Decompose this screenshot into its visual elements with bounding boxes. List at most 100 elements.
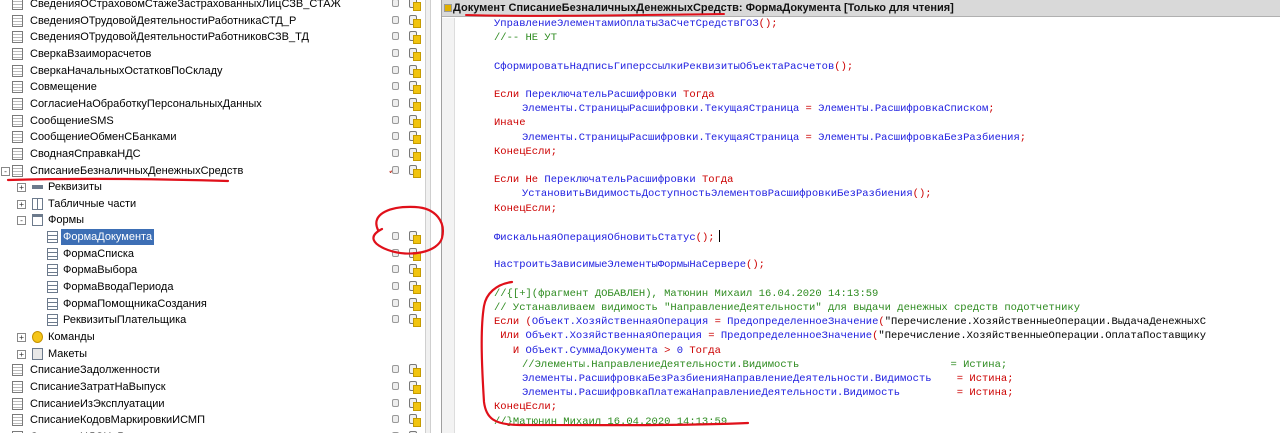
tree-item[interactable]: ФормаСписка	[0, 246, 425, 262]
metadata-tree[interactable]: СведенияОСтраховомСтажеЗастрахованныхЛиц…	[0, 0, 425, 433]
collapse-icon[interactable]: -	[1, 166, 10, 176]
line-gutter[interactable]	[442, 18, 455, 433]
group-lock-icon	[408, 380, 421, 394]
tree-item-label: Табличные части	[48, 197, 137, 210]
code-area[interactable]: УправлениеЭлементамиОплатыЗаСчетСредствГ…	[494, 18, 1280, 433]
tree-item[interactable]: + Реквизиты	[0, 179, 425, 195]
tree-item[interactable]: РеквизитыПлательщика	[0, 312, 425, 328]
document-icon	[12, 14, 23, 27]
tree-item-label: Формы	[48, 214, 85, 227]
collapse-icon[interactable]: -	[17, 216, 26, 226]
lock-icon	[392, 248, 399, 257]
tree-item[interactable]: СведенияОСтраховомСтажеЗастрахованныхЛиц…	[0, 0, 425, 12]
tree-item-label: СведенияОСтраховомСтажеЗастрахованныхЛиц…	[30, 0, 341, 10]
tree-item-label: РеквизитыПлательщика	[63, 314, 187, 327]
editor-title: Документ СписаниеБезналичныхДенежныхСред…	[453, 2, 954, 14]
code-token: ();	[746, 259, 765, 272]
code-token: ();	[912, 188, 932, 201]
group-lock-icon	[408, 397, 421, 411]
code-token: =	[708, 330, 721, 343]
code-line[interactable]: Если (Объект.ХозяйственнаяОперация = Пре…	[494, 315, 1206, 329]
code-line[interactable]: // Устанавливаем видимость "НаправлениеД…	[494, 301, 1080, 315]
code-line[interactable]: СформироватьНадписьГиперссылкиРеквизитыО…	[494, 60, 853, 74]
code-line[interactable]: Если ПереключательРасшифровки Тогда	[494, 88, 715, 102]
tree-item[interactable]: ФормаДокумента	[0, 229, 425, 246]
tree-item[interactable]: СверкаНачальныхОстатковПоСкладу	[0, 63, 425, 79]
code-line[interactable]: //-- НЕ УТ	[494, 31, 557, 45]
code-line[interactable]: //Элементы.НаправлениеДеятельности.Видим…	[522, 358, 1007, 372]
code-line[interactable]: Или Объект.ХозяйственнаяОперация = Предо…	[494, 329, 1206, 343]
tree-item[interactable]: ФормаВыбора	[0, 262, 425, 278]
code-token: КонецЕсли	[494, 401, 551, 414]
code-line[interactable]: //{[+](фрагмент ДОБАВЛЕН), Матюнин Михаи…	[494, 287, 878, 301]
form-icon	[47, 314, 58, 327]
tree-item[interactable]: ФормаВводаПериода	[0, 279, 425, 295]
tree-item[interactable]: СписаниеНДСНаРасходы	[0, 429, 425, 433]
lock-icon	[392, 0, 399, 7]
code-line[interactable]: ФискальнаяОперацияОбновитьСтатус();	[494, 230, 720, 244]
expand-icon[interactable]: +	[17, 199, 26, 209]
tree-item[interactable]: СообщениеSMS	[0, 113, 425, 129]
code-token: Элементы.РасшифровкаБезРазбиенияНаправле…	[522, 373, 957, 385]
tree-item[interactable]: СписаниеКодовМаркировкиИСМП	[0, 412, 425, 428]
tree-item-label: СверкаНачальныхОстатковПоСкладу	[30, 64, 223, 77]
code-token: =	[714, 316, 728, 329]
tree-item-label: Совмещение	[30, 81, 97, 94]
tree-item[interactable]: СведенияОТрудовойДеятельностиРаботниковС…	[0, 29, 425, 45]
module-editor[interactable]: Документ СписаниеБезналичныхДенежныхСред…	[441, 0, 1280, 433]
expand-icon[interactable]: +	[17, 349, 26, 359]
expand-icon[interactable]: +	[17, 183, 26, 193]
forms-icon	[32, 214, 43, 227]
tree-item[interactable]: СведенияОТрудовойДеятельностиРаботникаСТ…	[0, 13, 425, 29]
tree-item[interactable]: СообщениеОбменСБанками	[0, 129, 425, 145]
tree-item[interactable]: - Формы	[0, 212, 425, 228]
group-lock-icon	[408, 64, 421, 78]
document-icon	[12, 397, 23, 410]
tree-item[interactable]: ФормаПомощникаСоздания	[0, 296, 425, 312]
code-line[interactable]: НастроитьЗависимыеЭлементыФормыНаСервере…	[494, 258, 765, 272]
code-token: ();	[695, 232, 715, 244]
tree-item-label: СписаниеЗатратНаВыпуск	[30, 380, 166, 393]
code-line[interactable]: УстановитьВидимостьДоступностьЭлементовР…	[522, 187, 932, 201]
code-token: ;	[550, 145, 558, 158]
tree-item[interactable]: СводнаяСправкаНДС	[0, 146, 425, 162]
tree-item[interactable]: + Табличные части	[0, 196, 425, 212]
lock-icon	[392, 298, 399, 307]
code-line[interactable]: КонецЕсли;	[494, 145, 557, 159]
code-token: Объект.ХозяйственнаяОперация	[531, 316, 715, 329]
expand-icon[interactable]: +	[17, 333, 26, 342]
tree-item-label: СписаниеИзЭксплуатации	[30, 397, 165, 410]
tree-item[interactable]: СверкаВзаиморасчетов	[0, 46, 425, 62]
code-line[interactable]: //}Матюнин Михаил 16.04.2020 14:13:59	[494, 415, 727, 429]
tree-item[interactable]: СписаниеЗадолженности	[0, 362, 425, 378]
tree-item[interactable]: СогласиеНаОбработкуПерсональныхДанных	[0, 96, 425, 112]
code-line[interactable]: И Объект.СуммаДокумента > 0 Тогда	[494, 344, 721, 358]
code-line[interactable]: Иначе	[494, 116, 526, 130]
tree-item[interactable]: + Команды	[0, 329, 425, 345]
tree-item[interactable]: -СписаниеБезналичныхДенежныхСредств✓	[0, 163, 425, 179]
code-line[interactable]: КонецЕсли;	[494, 400, 557, 414]
lock-icon	[392, 32, 399, 41]
code-line[interactable]: Элементы.РасшифровкаПлатежаНаправлениеДе…	[522, 386, 1014, 400]
code-line[interactable]: Элементы.СтраницыРасшифровки.ТекущаяСтра…	[522, 102, 995, 116]
tree-item[interactable]: СписаниеЗатратНаВыпуск	[0, 379, 425, 395]
code-line[interactable]: УправлениеЭлементамиОплатыЗаСчетСредствГ…	[494, 18, 778, 31]
group-lock-icon	[408, 314, 421, 328]
code-line[interactable]: Элементы.СтраницыРасшифровки.ТекущаяСтра…	[522, 131, 1026, 145]
tree-item[interactable]: Совмещение	[0, 79, 425, 95]
code-token: =	[805, 131, 819, 144]
panel-splitter[interactable]	[425, 0, 431, 433]
tree-item-label: Реквизиты	[48, 181, 102, 194]
text-cursor	[718, 230, 720, 242]
code-line[interactable]: КонецЕсли;	[494, 202, 557, 216]
lock-icon	[392, 82, 399, 91]
code-line[interactable]: Если Не ПереключательРасшифровки Тогда	[494, 173, 733, 187]
tree-item-label: СообщениеSMS	[30, 114, 114, 127]
code-line[interactable]: Элементы.РасшифровкаБезРазбиенияНаправле…	[522, 372, 1014, 386]
code-token: СформироватьНадписьГиперссылкиРеквизитыО…	[494, 60, 835, 73]
tree-item[interactable]: СписаниеИзЭксплуатации	[0, 396, 425, 412]
tree-item[interactable]: + Макеты	[0, 346, 425, 362]
window-menu-icon[interactable]	[444, 4, 452, 12]
lock-icon	[392, 232, 399, 241]
code-token: Если Не	[494, 174, 545, 187]
